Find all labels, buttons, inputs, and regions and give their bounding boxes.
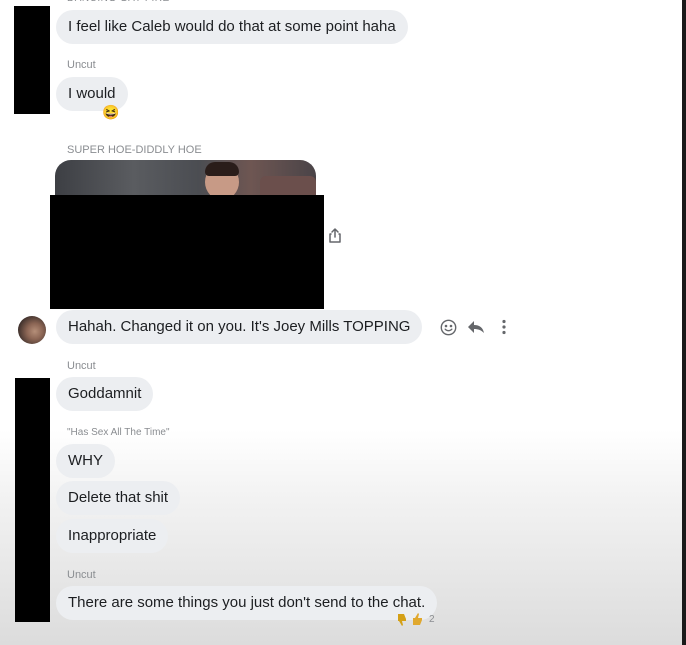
share-icon[interactable] (326, 226, 344, 244)
redaction-block (14, 6, 50, 114)
smiley-icon[interactable] (438, 317, 458, 337)
sender-name: Uncut (67, 569, 96, 581)
message-bubble[interactable]: Delete that shit (56, 481, 181, 515)
message-bubble[interactable]: Inappropriate (56, 519, 169, 553)
reply-icon[interactable] (466, 317, 486, 337)
reaction-count: 2 (429, 614, 435, 625)
hair-image (205, 162, 239, 176)
message-bubble[interactable]: WHY (56, 444, 115, 478)
sender-name-cutoff: DANCING GAY FIRE (67, 0, 170, 4)
sender-name: "Has Sex All The Time" (67, 427, 170, 438)
window-edge (682, 0, 686, 645)
sender-name: Uncut (67, 360, 96, 372)
redaction-block (15, 378, 50, 622)
sender-name: SUPER HOE-DIDDLY HOE (67, 144, 202, 156)
message-bubble[interactable]: There are some things you just don't sen… (56, 586, 438, 620)
reaction-summary[interactable]: 2 (396, 613, 435, 626)
more-icon[interactable] (494, 317, 514, 337)
message-bubble[interactable]: I feel like Caleb would do that at some … (56, 10, 408, 44)
sender-name: Uncut (67, 59, 96, 71)
message-bubble[interactable]: Hahah. Changed it on you. It's Joey Mill… (56, 310, 423, 344)
message-bubble[interactable]: Goddamnit (56, 377, 154, 411)
avatar[interactable] (18, 316, 46, 344)
thumbs-up-icon (413, 613, 422, 625)
thumbs-down-icon (398, 614, 406, 626)
redaction-block (50, 195, 324, 309)
video-thumbnail[interactable] (55, 160, 316, 200)
laughing-reaction-icon[interactable]: 😆 (102, 104, 119, 120)
